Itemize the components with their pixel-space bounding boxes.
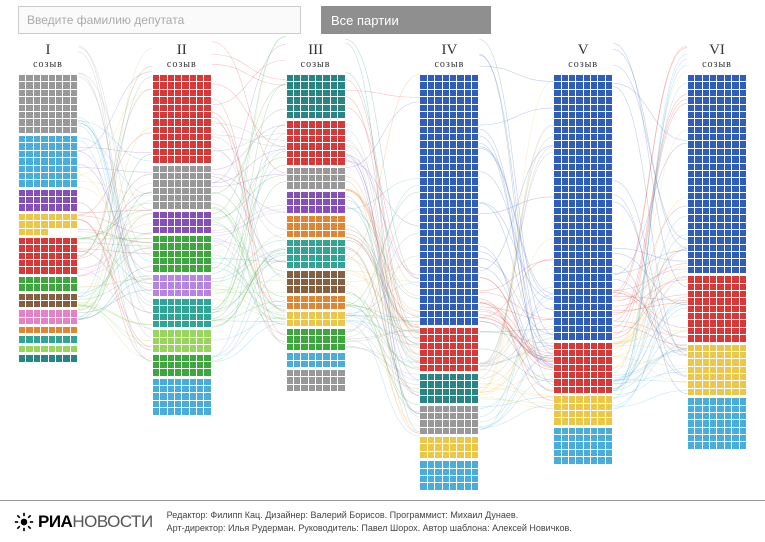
party-stack[interactable] bbox=[553, 74, 613, 465]
col-label: созыв bbox=[301, 59, 331, 70]
party-block[interactable] bbox=[18, 189, 78, 212]
convocation-columns: IсозывIIсозывIIIсозывIVсозывVсозывVIсозы… bbox=[0, 42, 765, 492]
party-block[interactable] bbox=[152, 274, 212, 297]
party-block[interactable] bbox=[419, 460, 479, 491]
party-block[interactable] bbox=[18, 293, 78, 309]
party-block[interactable] bbox=[286, 239, 346, 270]
convocation-col: Iсозыв bbox=[18, 42, 78, 492]
party-block[interactable] bbox=[18, 276, 78, 292]
party-block[interactable] bbox=[286, 120, 346, 165]
party-block[interactable] bbox=[18, 213, 78, 236]
party-block[interactable] bbox=[18, 326, 78, 334]
credits-line1: Редактор: Филипп Кац. Дизайнер: Валерий … bbox=[167, 509, 572, 521]
party-block[interactable] bbox=[419, 405, 479, 436]
party-stack[interactable] bbox=[152, 74, 212, 416]
party-block[interactable] bbox=[152, 165, 212, 210]
credits: Редактор: Филипп Кац. Дизайнер: Валерий … bbox=[167, 509, 572, 533]
party-block[interactable] bbox=[553, 427, 613, 465]
logo-bold: РИА bbox=[38, 512, 72, 531]
party-block[interactable] bbox=[553, 74, 613, 341]
party-block[interactable] bbox=[18, 354, 78, 362]
party-block[interactable] bbox=[419, 74, 479, 326]
party-block[interactable] bbox=[152, 354, 212, 377]
party-block[interactable] bbox=[687, 275, 747, 342]
party-stack[interactable] bbox=[18, 74, 78, 363]
convocation-col: IIIсозыв bbox=[286, 42, 346, 492]
party-block[interactable] bbox=[419, 373, 479, 404]
party-stack[interactable] bbox=[286, 74, 346, 392]
col-label: созыв bbox=[33, 59, 63, 70]
party-block[interactable] bbox=[152, 74, 212, 164]
col-roman: IV bbox=[434, 42, 464, 59]
col-roman: VI bbox=[702, 42, 732, 59]
party-filter-button[interactable]: Все партии bbox=[321, 6, 491, 34]
party-block[interactable] bbox=[419, 436, 479, 459]
party-block[interactable] bbox=[18, 74, 78, 134]
party-block[interactable] bbox=[286, 328, 346, 351]
col-roman: III bbox=[301, 42, 331, 59]
party-block[interactable] bbox=[687, 397, 747, 450]
ria-logo: РИАНОВОСТИ bbox=[14, 512, 153, 532]
party-block[interactable] bbox=[286, 191, 346, 214]
party-block[interactable] bbox=[286, 369, 346, 392]
search-input[interactable] bbox=[18, 6, 301, 34]
party-block[interactable] bbox=[286, 352, 346, 368]
convocation-col: VIсозыв bbox=[687, 42, 747, 492]
logo-light: НОВОСТИ bbox=[72, 512, 152, 531]
party-block[interactable] bbox=[687, 74, 747, 274]
party-block[interactable] bbox=[419, 327, 479, 372]
col-roman: II bbox=[167, 42, 197, 59]
col-roman: I bbox=[33, 42, 63, 59]
viz-root: Все партии IсозывIIсозывIIIсозывIVсозывV… bbox=[0, 0, 765, 542]
credits-line2: Арт-директор: Илья Рудерман. Руководител… bbox=[167, 522, 572, 534]
party-block[interactable] bbox=[286, 311, 346, 327]
party-block[interactable] bbox=[152, 298, 212, 329]
party-block[interactable] bbox=[286, 167, 346, 190]
party-block[interactable] bbox=[18, 237, 78, 275]
party-block[interactable] bbox=[152, 329, 212, 352]
party-block[interactable] bbox=[152, 235, 212, 273]
party-block[interactable] bbox=[286, 270, 346, 293]
col-label: созыв bbox=[568, 59, 598, 70]
party-block[interactable] bbox=[18, 335, 78, 343]
sun-icon bbox=[14, 512, 34, 532]
party-block[interactable] bbox=[18, 345, 78, 353]
col-label: созыв bbox=[434, 59, 464, 70]
col-label: созыв bbox=[167, 59, 197, 70]
col-label: созыв bbox=[702, 59, 732, 70]
party-block[interactable] bbox=[687, 344, 747, 397]
convocation-col: IVсозыв bbox=[419, 42, 479, 492]
party-stack[interactable] bbox=[419, 74, 479, 491]
party-block[interactable] bbox=[553, 395, 613, 426]
party-block[interactable] bbox=[18, 135, 78, 188]
party-block[interactable] bbox=[286, 74, 346, 119]
party-block[interactable] bbox=[286, 215, 346, 238]
toolbar: Все партии bbox=[0, 0, 765, 34]
convocation-col: IIсозыв bbox=[152, 42, 212, 492]
footer: РИАНОВОСТИ Редактор: Филипп Кац. Дизайне… bbox=[0, 500, 765, 542]
party-block[interactable] bbox=[152, 211, 212, 234]
col-roman: V bbox=[568, 42, 598, 59]
party-block[interactable] bbox=[152, 378, 212, 416]
convocation-col: Vсозыв bbox=[553, 42, 613, 492]
party-block[interactable] bbox=[553, 342, 613, 395]
party-stack[interactable] bbox=[687, 74, 747, 450]
party-block[interactable] bbox=[286, 295, 346, 311]
party-block[interactable] bbox=[18, 309, 78, 325]
